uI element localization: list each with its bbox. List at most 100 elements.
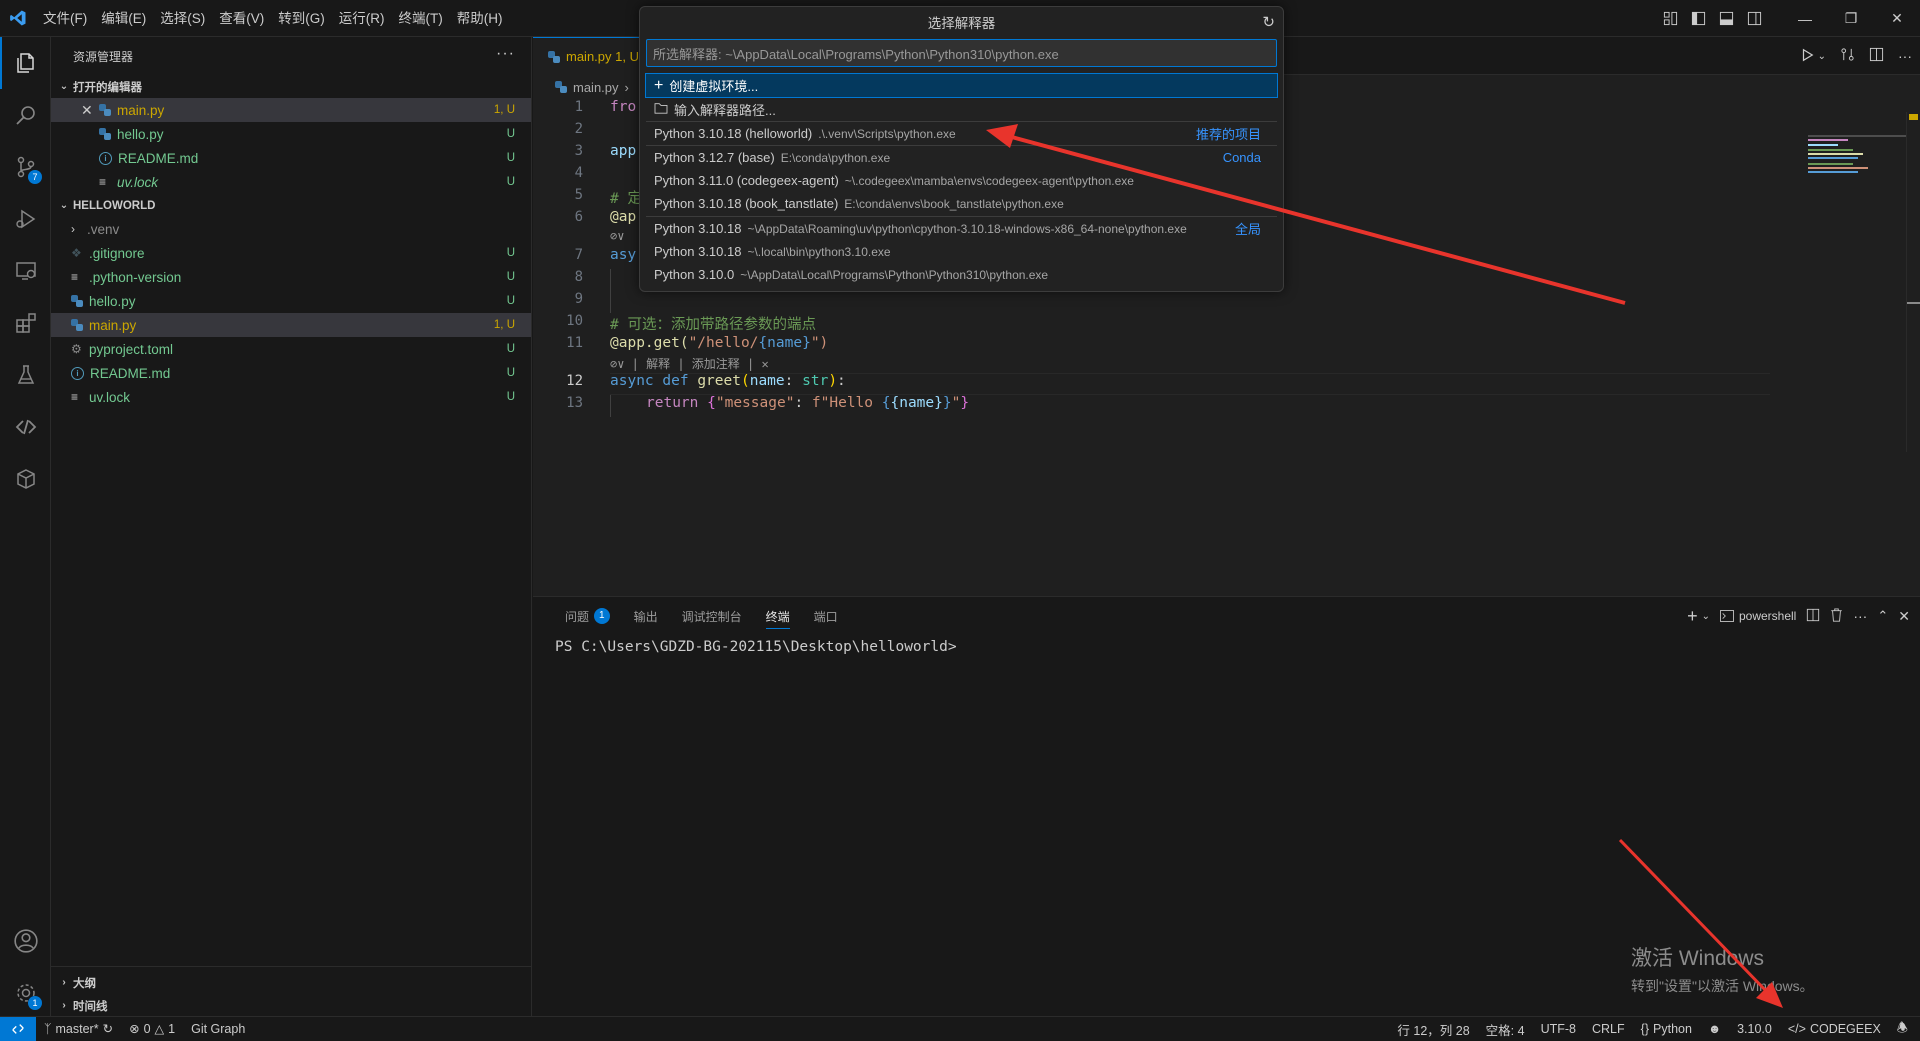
folder-section[interactable]: ⌄ HELLOWORLD [51,194,531,217]
copilot-icon[interactable]: ☻ [1700,1022,1729,1036]
close-icon[interactable]: ✕ [81,102,99,119]
codelens[interactable]: ⊘∨ | 解释 | 添加注释 | ✕ [610,355,769,372]
outline-section[interactable]: › 大纲 [51,971,96,994]
language-mode[interactable]: {} Python [1633,1022,1700,1036]
split-editor-icon[interactable] [1869,47,1884,65]
file-item[interactable]: ❖ .gitignore U [51,241,531,265]
new-terminal-plus-icon[interactable]: + [1687,606,1698,627]
file-item[interactable]: i README.md U [51,361,531,385]
bottom-panel: 问题 1 输出 调试控制台 终端 端口 + ⌄ powershell ··· ⌃ … [533,596,1920,1016]
tab-ports[interactable]: 端口 [802,597,850,635]
open-editor-item[interactable]: i README.md U [51,146,531,170]
tab-debug-console[interactable]: 调试控制台 [670,597,754,635]
line-number: 3 [574,143,583,159]
create-env-item[interactable]: + 创建虚拟环境... [645,73,1278,98]
toggle-panel-icon[interactable] [1712,0,1740,37]
editor-scrollbar[interactable] [1906,112,1920,452]
indentation[interactable]: 空格: 4 [1478,1020,1533,1039]
menu-help[interactable]: 帮助(H) [450,0,510,37]
toggle-secondary-sidebar-icon[interactable] [1740,0,1768,37]
menu-run[interactable]: 运行(R) [332,0,392,37]
enter-path-item[interactable]: 输入解释器路径... [646,98,1277,121]
interpreter-item[interactable]: Python 3.11.0 (codegeex-agent) ~\.codege… [646,169,1277,192]
breadcrumb-file[interactable]: main.py [573,80,619,95]
minimap[interactable] [1808,135,1908,175]
file-item[interactable]: › .venv [51,217,531,241]
cursor-position[interactable]: 行 12，列 28 [1389,1020,1477,1039]
tab-problems[interactable]: 问题 1 [553,597,622,635]
file-item[interactable]: hello.py U [51,289,531,313]
file-item[interactable]: ⚙ pyproject.toml U [51,337,531,361]
codegeex-status[interactable]: </> CODEGEEX [1780,1022,1889,1036]
terminal-instance[interactable]: powershell [1720,609,1796,623]
encoding[interactable]: UTF-8 [1533,1022,1584,1036]
menu-go[interactable]: 转到(G) [271,0,332,37]
interpreter-item[interactable]: Python 3.10.18 ~\AppData\Roaming\uv\pyth… [646,217,1277,240]
codelens-short[interactable]: ⊘∨ [610,229,624,243]
menu-view[interactable]: 查看(V) [212,0,271,37]
run-dropdown-icon[interactable]: ⌄ [1818,51,1826,62]
open-editor-item[interactable]: hello.py U [51,122,531,146]
menu-terminal[interactable]: 终端(T) [392,0,450,37]
problems-status[interactable]: ⊗ 0 △ 1 [121,1021,183,1037]
menu-selection[interactable]: 选择(S) [153,0,212,37]
codegeex-icon: </> [1787,1022,1806,1036]
account-icon[interactable] [0,915,51,967]
run-python-icon[interactable] [1800,48,1814,65]
codegeex-icon[interactable] [0,401,51,453]
toggle-sidebar-icon[interactable] [1684,0,1712,37]
branch-status[interactable]: ᛉ master* ↻ [36,1021,121,1037]
tab-output[interactable]: 输出 [622,597,670,635]
notifications-bell-icon[interactable]: 🕭 [1889,1019,1920,1040]
explorer-icon[interactable] [0,37,51,89]
open-editor-item[interactable]: ✕ main.py 1, U [51,98,531,122]
terminal-prompt[interactable]: PS C:\Users\GDZD-BG-202115\Desktop\hello… [555,639,957,655]
terminal-name: powershell [1738,609,1797,623]
extensions-icon[interactable] [0,297,51,349]
file-item[interactable]: main.py 1, U [51,313,531,337]
chevron-down-icon[interactable]: ⌄ [1702,611,1710,622]
file-item[interactable]: ≡ .python-version U [51,265,531,289]
compare-changes-icon[interactable] [1840,47,1855,65]
more-actions-icon[interactable]: ··· [1898,48,1912,64]
tab-main-py[interactable]: main.py 1, U [533,37,639,75]
interpreter-item[interactable]: Python 3.10.18 (helloworld) .\.venv\Scri… [646,122,1277,145]
trash-icon[interactable] [1830,607,1843,625]
interpreter-item[interactable]: Python 3.10.18 (book_tanstlate) E:\conda… [646,192,1277,215]
search-icon[interactable] [0,89,51,141]
close-window-icon[interactable]: ✕ [1874,0,1920,37]
code-token: {name} [758,335,811,351]
python-interpreter-version[interactable]: 3.10.0 [1729,1022,1780,1036]
interpreter-item[interactable]: Python 3.12.7 (base) E:\conda\python.exe… [646,146,1277,169]
interpreter-item[interactable]: Python 3.10.0 ~\AppData\Local\Programs\P… [646,263,1277,286]
package-box-icon[interactable] [0,453,51,505]
remote-indicator-icon[interactable] [0,1016,36,1041]
file-item[interactable]: ≡ uv.lock U [51,385,531,409]
run-debug-icon[interactable] [0,193,51,245]
testing-flask-icon[interactable] [0,349,51,401]
line-number: 13 [566,395,583,411]
open-editor-item[interactable]: ≡ uv.lock U [51,170,531,194]
minimize-icon[interactable]: — [1782,0,1828,37]
restore-icon[interactable]: ❐ [1828,0,1874,37]
maximize-panel-icon[interactable]: ⌃ [1877,608,1888,624]
source-control-icon[interactable]: 7 [0,141,51,193]
braces-icon: {} [1640,1022,1650,1036]
menu-file[interactable]: 文件(F) [36,0,94,37]
remote-explorer-icon[interactable] [0,245,51,297]
split-terminal-icon[interactable] [1806,608,1820,625]
settings-gear-icon[interactable]: 1 [0,967,51,1019]
open-editors-section[interactable]: ⌄ 打开的编辑器 [51,75,531,98]
more-actions-icon[interactable]: ··· [496,45,515,63]
menu-edit[interactable]: 编辑(E) [94,0,153,37]
more-actions-icon[interactable]: ··· [1853,608,1867,624]
timeline-section[interactable]: › 时间线 [51,994,107,1017]
refresh-icon[interactable]: ↻ [1262,13,1275,31]
git-graph-status[interactable]: Git Graph [183,1022,253,1036]
close-panel-icon[interactable]: ✕ [1898,608,1910,625]
customize-layout-icon[interactable] [1656,0,1684,37]
interpreter-search-input[interactable]: 所选解释器: ~\AppData\Local\Programs\Python\P… [646,39,1277,67]
end-of-line[interactable]: CRLF [1584,1022,1633,1036]
tab-terminal[interactable]: 终端 [754,597,802,635]
interpreter-item[interactable]: Python 3.10.18 ~\.local\bin\python3.10.e… [646,240,1277,263]
